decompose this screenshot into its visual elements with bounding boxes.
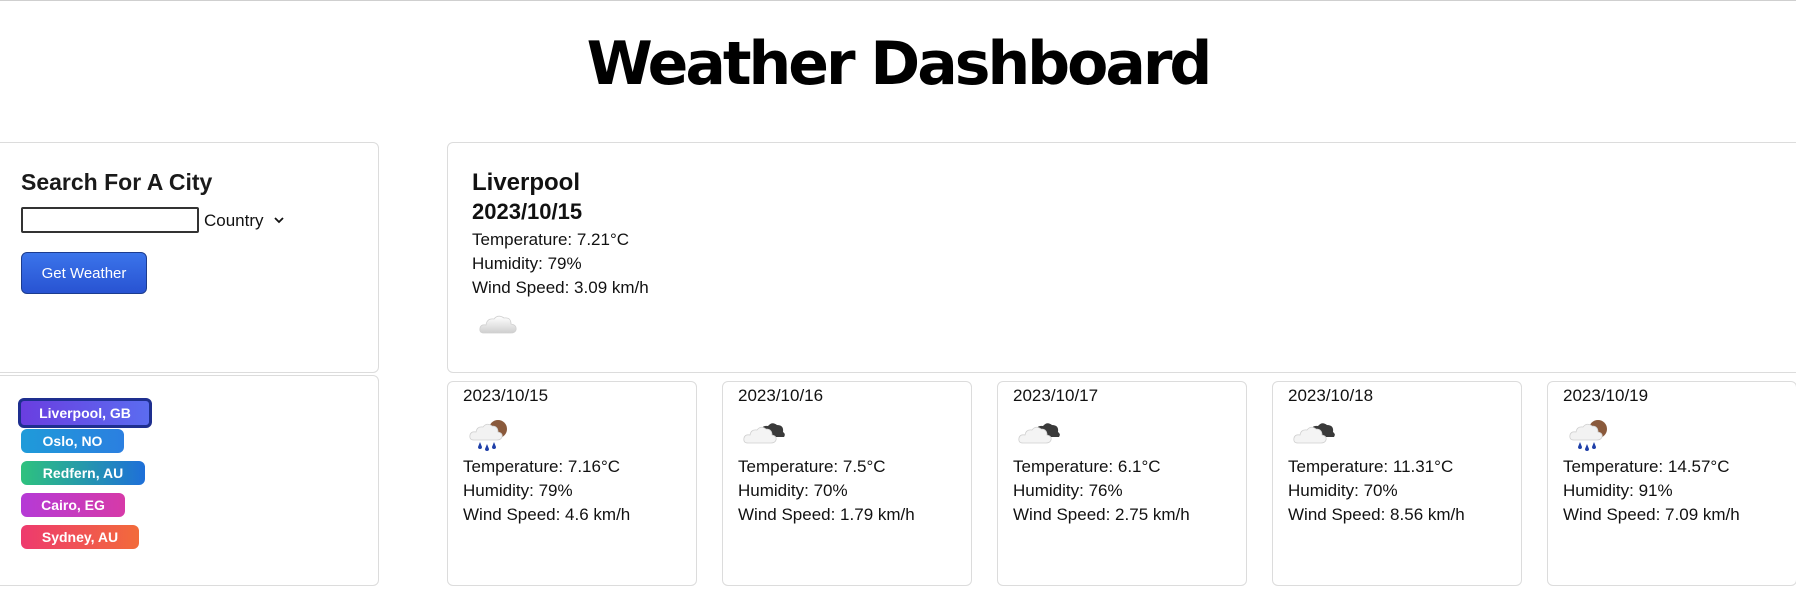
forecast-card: 2023/10/16 Temperature: 7.5°C Humidity: … [722,381,972,586]
rain-icon [1568,418,1612,457]
forecast-humidity: Humidity: 79% [463,481,573,500]
forecast-card: 2023/10/17 Temperature: 6.1°C Humidity: … [997,381,1247,586]
forecast-humidity: Humidity: 70% [1288,481,1398,500]
current-humidity: Humidity: 79% [472,254,582,273]
forecast-humidity: Humidity: 91% [1563,481,1673,500]
forecast-wind-speed: Wind Speed: 7.09 km/h [1563,505,1740,524]
forecast-card: 2023/10/18 Temperature: 11.31°C Humidity… [1272,381,1522,586]
current-wind-speed: Wind Speed: 3.09 km/h [472,278,649,297]
history-chip-label: Oslo, NO [42,433,103,449]
search-history-panel: Liverpool, GB Oslo, NO Redfern, AU Cairo… [0,375,379,586]
page-title: Weather Dashboard [586,29,1213,99]
broken-clouds-icon [743,418,787,453]
forecast-date: 2023/10/18 [1288,386,1374,405]
forecast-date: 2023/10/17 [1013,386,1099,405]
forecast-date: 2023/10/19 [1563,386,1649,405]
forecast-temperature: Temperature: 6.1°C [1013,457,1161,476]
history-chip-label: Cairo, EG [41,497,105,513]
history-chip-label: Liverpool, GB [39,405,131,421]
forecast-date: 2023/10/16 [738,386,824,405]
rain-icon [468,418,512,457]
history-chip-oslo[interactable]: Oslo, NO [21,429,124,453]
cloud-icon [478,313,518,342]
current-weather-panel: Liverpool 2023/10/15 Temperature: 7.21°C… [447,142,1796,373]
forecast-wind-speed: Wind Speed: 4.6 km/h [463,505,631,524]
forecast-temperature: Temperature: 11.31°C [1288,457,1454,476]
broken-clouds-icon [1293,418,1337,453]
history-chip-label: Redfern, AU [42,465,124,481]
get-weather-button[interactable]: Get Weather [21,252,147,294]
forecast-humidity: Humidity: 76% [1013,481,1123,500]
history-chip-cairo[interactable]: Cairo, EG [21,493,125,517]
forecast-wind-speed: Wind Speed: 8.56 km/h [1288,505,1465,524]
forecast-card: 2023/10/19 Temperature: 14.57°C Humidity… [1547,381,1796,586]
forecast-temperature: Temperature: 14.57°C [1563,457,1730,476]
chevron-down-icon [273,215,284,227]
current-temperature: Temperature: 7.21°C [472,230,630,249]
forecast-humidity: Humidity: 70% [738,481,848,500]
current-date: 2023/10/15 [472,199,583,224]
history-chip-label: Sydney, AU [41,529,119,545]
current-city: Liverpool [472,169,581,196]
forecast-temperature: Temperature: 7.5°C [738,457,886,476]
search-panel: Search For A City Country Get Weather [0,142,379,373]
search-heading: Search For A City [21,169,213,195]
broken-clouds-icon [1018,418,1062,453]
history-chip-liverpool[interactable]: Liverpool, GB [18,398,152,428]
forecast-wind-speed: Wind Speed: 1.79 km/h [738,505,915,524]
country-select[interactable]: Country [204,207,284,235]
forecast-temperature: Temperature: 7.16°C [463,457,621,476]
country-select-label: Country [204,211,264,230]
city-input[interactable] [21,207,199,233]
history-chip-sydney[interactable]: Sydney, AU [21,525,139,549]
forecast-date: 2023/10/15 [463,386,549,405]
forecast-card: 2023/10/15 Temperature: 7.16°C Humidity:… [447,381,697,586]
forecast-wind-speed: Wind Speed: 2.75 km/h [1013,505,1190,524]
history-chip-redfern[interactable]: Redfern, AU [21,461,145,485]
